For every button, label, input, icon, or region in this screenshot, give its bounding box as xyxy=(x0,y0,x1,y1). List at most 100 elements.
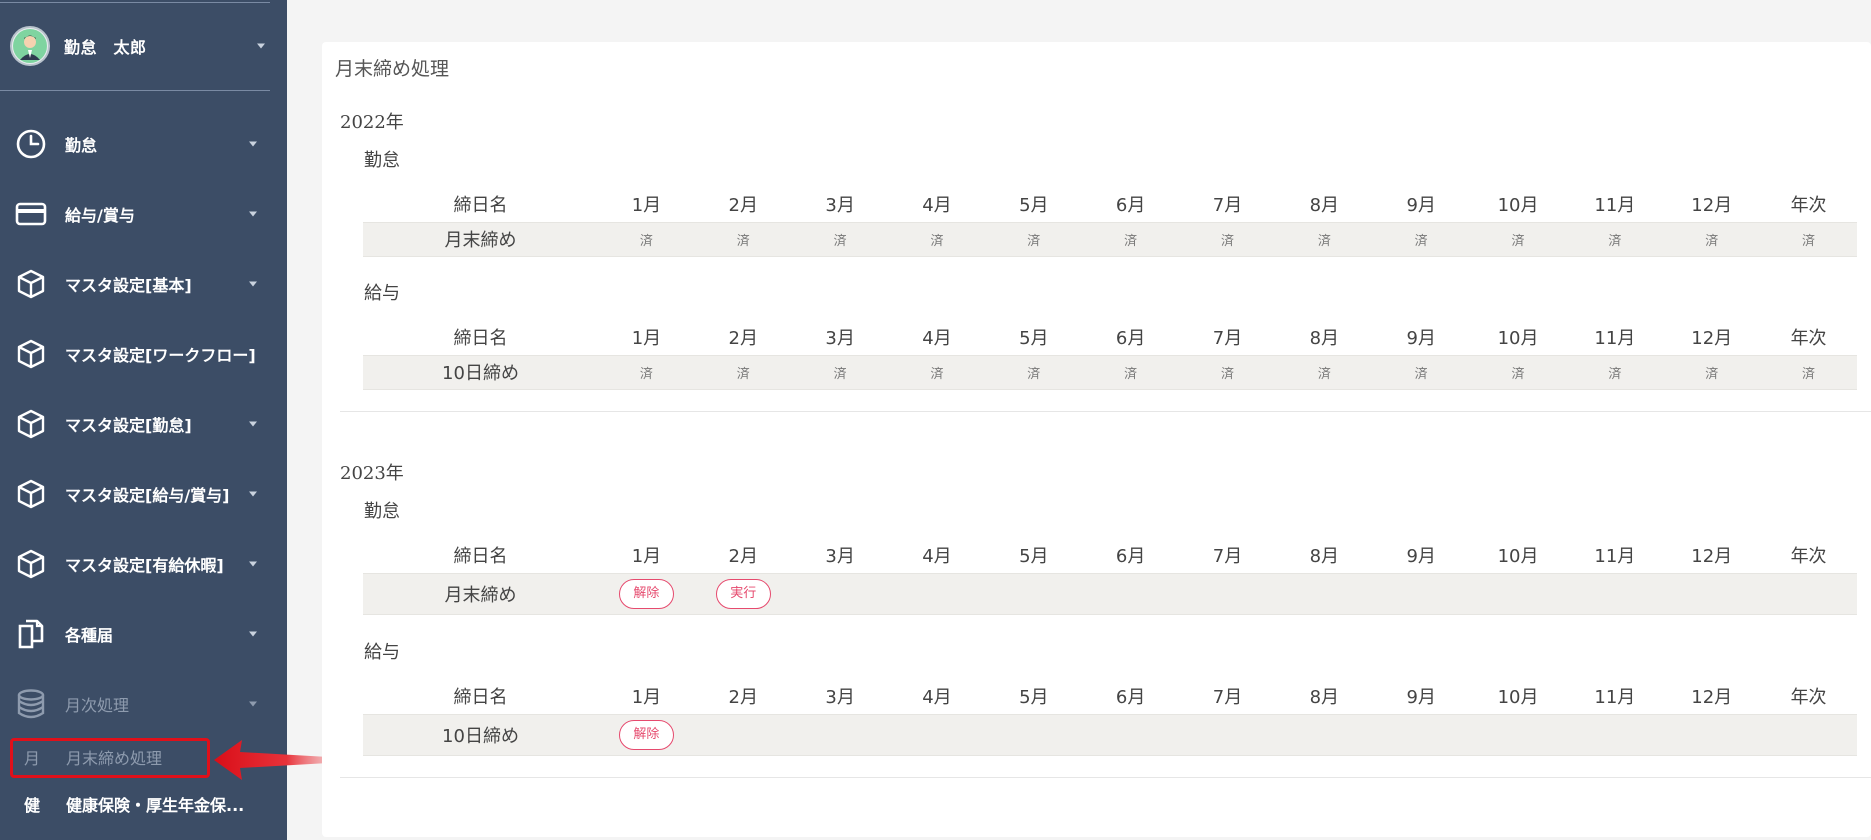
cube-icon xyxy=(14,267,48,301)
sidebar-item-master-basic[interactable]: マスタ設定[基本] xyxy=(0,254,270,314)
main-panel: 月末締め処理 2022年 勤怠 締日名 1月 2月 3月 4月 5月 6月 7月… xyxy=(322,42,1871,837)
table-row: 月末締め 済 済 済 済 済 済 済 済 済 済 済 済 済 xyxy=(363,221,1857,257)
table-row: 月末締め 解除 実行 xyxy=(363,572,1857,615)
column-header: 8月 xyxy=(1309,327,1340,349)
column-header: 2月 xyxy=(728,327,758,349)
column-header: 8月 xyxy=(1309,686,1340,708)
column-header: 1月 xyxy=(631,545,662,567)
annotation-highlight-box xyxy=(10,738,210,778)
column-header: 1月 xyxy=(631,327,662,349)
status-cell xyxy=(1566,713,1664,756)
column-header: 5月 xyxy=(1019,194,1049,216)
column-header: 7月 xyxy=(1212,327,1243,349)
table-header-row: 締日名 1月 2月 3月 4月 5月 6月 7月 8月 9月 10月 11月 1… xyxy=(363,678,1857,714)
column-header: 年次 xyxy=(1790,327,1827,349)
status-cell xyxy=(985,713,1083,756)
column-header: 5月 xyxy=(1019,545,1049,567)
sidebar-item-label: マスタ設定[有給休暇] xyxy=(65,556,224,575)
column-header: 5月 xyxy=(1019,686,1049,708)
sidebar-item-requests[interactable]: 各種届 xyxy=(0,604,270,664)
execute-button[interactable]: 実行 xyxy=(715,578,771,609)
sidebar-item-master-paid-leave[interactable]: マスタ設定[有給休暇] xyxy=(0,534,270,594)
status-cell: 済 xyxy=(1372,354,1470,390)
column-header: 2月 xyxy=(728,194,758,216)
status-cell: 済 xyxy=(1082,354,1180,390)
status-cell xyxy=(1372,713,1470,756)
status-cell xyxy=(1082,713,1180,756)
sidebar-top-divider xyxy=(0,2,270,3)
status-cell: 済 xyxy=(1663,354,1761,390)
status-cell: 済 xyxy=(1275,221,1373,257)
documents-icon xyxy=(14,617,48,651)
sidebar-item-master-salary[interactable]: マスタ設定[給与/賞与] xyxy=(0,464,270,524)
column-header: 8月 xyxy=(1309,194,1340,216)
status-cell xyxy=(1663,572,1761,615)
chevron-down-icon xyxy=(249,491,257,497)
credit-card-icon xyxy=(14,197,48,231)
sidebar-item-master-kintai[interactable]: マスタ設定[勤怠] xyxy=(0,394,270,454)
column-header: 3月 xyxy=(825,194,855,216)
column-header: 7月 xyxy=(1212,194,1243,216)
status-cell xyxy=(888,572,986,615)
status-cell: 済 xyxy=(1663,221,1761,257)
status-cell: 済 xyxy=(598,354,695,390)
column-header: 10月 xyxy=(1497,327,1539,349)
sidebar-item-label: マスタ設定[ワークフロー] xyxy=(65,346,256,365)
column-header: 12月 xyxy=(1691,545,1733,567)
status-cell xyxy=(694,713,792,756)
column-header: 締日名 xyxy=(453,327,508,349)
column-header: 1月 xyxy=(631,194,662,216)
sidebar-item-salary[interactable]: 給与/賞与 xyxy=(0,184,270,244)
status-cell: 済 xyxy=(1566,354,1664,390)
section-label: 勤怠 xyxy=(364,501,400,522)
status-cell: 済 xyxy=(694,354,792,390)
cube-icon xyxy=(14,477,48,511)
column-header: 6月 xyxy=(1115,194,1146,216)
closing-table: 締日名 1月 2月 3月 4月 5月 6月 7月 8月 9月 10月 11月 1… xyxy=(363,678,1857,756)
column-header: 12月 xyxy=(1691,194,1733,216)
table-header-row: 締日名 1月 2月 3月 4月 5月 6月 7月 8月 9月 10月 11月 1… xyxy=(363,319,1857,355)
column-header: 8月 xyxy=(1309,545,1340,567)
table-header-row: 締日名 1月 2月 3月 4月 5月 6月 7月 8月 9月 10月 11月 1… xyxy=(363,537,1857,573)
release-button[interactable]: 解除 xyxy=(618,719,674,750)
row-name: 10日締め xyxy=(363,713,598,756)
release-button[interactable]: 解除 xyxy=(618,578,674,609)
column-header: 11月 xyxy=(1594,194,1636,216)
status-cell xyxy=(1760,713,1857,756)
status-cell: 済 xyxy=(1082,221,1180,257)
page-title: 月末締め処理 xyxy=(335,58,450,80)
sidebar-item-kintai[interactable]: 勤怠 xyxy=(0,114,270,174)
closing-table: 締日名 1月 2月 3月 4月 5月 6月 7月 8月 9月 10月 11月 1… xyxy=(363,537,1857,615)
sidebar-item-master-workflow[interactable]: マスタ設定[ワークフロー] xyxy=(0,324,270,384)
chevron-down-icon xyxy=(249,141,257,147)
cube-icon xyxy=(14,337,48,371)
column-header: 6月 xyxy=(1115,686,1146,708)
closing-table: 締日名 1月 2月 3月 4月 5月 6月 7月 8月 9月 10月 11月 1… xyxy=(363,186,1857,257)
status-cell: 済 xyxy=(1760,221,1857,257)
chevron-down-icon xyxy=(249,421,257,427)
cube-icon xyxy=(14,547,48,581)
row-name: 月末締め xyxy=(363,221,598,257)
sidebar: 勤怠 太郎 勤怠 給与/賞与 マスタ設定[基本] マスタ設定[ワークフロー] マ… xyxy=(0,0,287,840)
status-cell xyxy=(1663,713,1761,756)
user-menu[interactable]: 勤怠 太郎 xyxy=(10,26,265,66)
column-header: 10月 xyxy=(1497,545,1539,567)
status-cell xyxy=(1275,572,1373,615)
sidebar-subitem-health-insurance[interactable]: 健 健康保険・厚生年金保... xyxy=(0,782,287,826)
column-header: 6月 xyxy=(1115,327,1146,349)
closing-table: 締日名 1月 2月 3月 4月 5月 6月 7月 8月 9月 10月 11月 1… xyxy=(363,319,1857,390)
column-header: 年次 xyxy=(1790,545,1827,567)
status-cell: 済 xyxy=(1469,354,1567,390)
sidebar-item-label: 勤怠 xyxy=(65,136,98,155)
status-cell: 済 xyxy=(1469,221,1567,257)
column-header: 7月 xyxy=(1212,686,1243,708)
status-cell: 実行 xyxy=(694,572,792,615)
column-header: 年次 xyxy=(1790,686,1827,708)
column-header: 9月 xyxy=(1406,545,1436,567)
sidebar-item-monthly[interactable]: 月次処理 xyxy=(0,674,270,734)
status-cell xyxy=(1179,713,1276,756)
chevron-down-icon xyxy=(249,211,257,217)
column-header: 1月 xyxy=(631,686,662,708)
year-label: 2022年 xyxy=(340,112,404,133)
column-header: 3月 xyxy=(825,686,855,708)
